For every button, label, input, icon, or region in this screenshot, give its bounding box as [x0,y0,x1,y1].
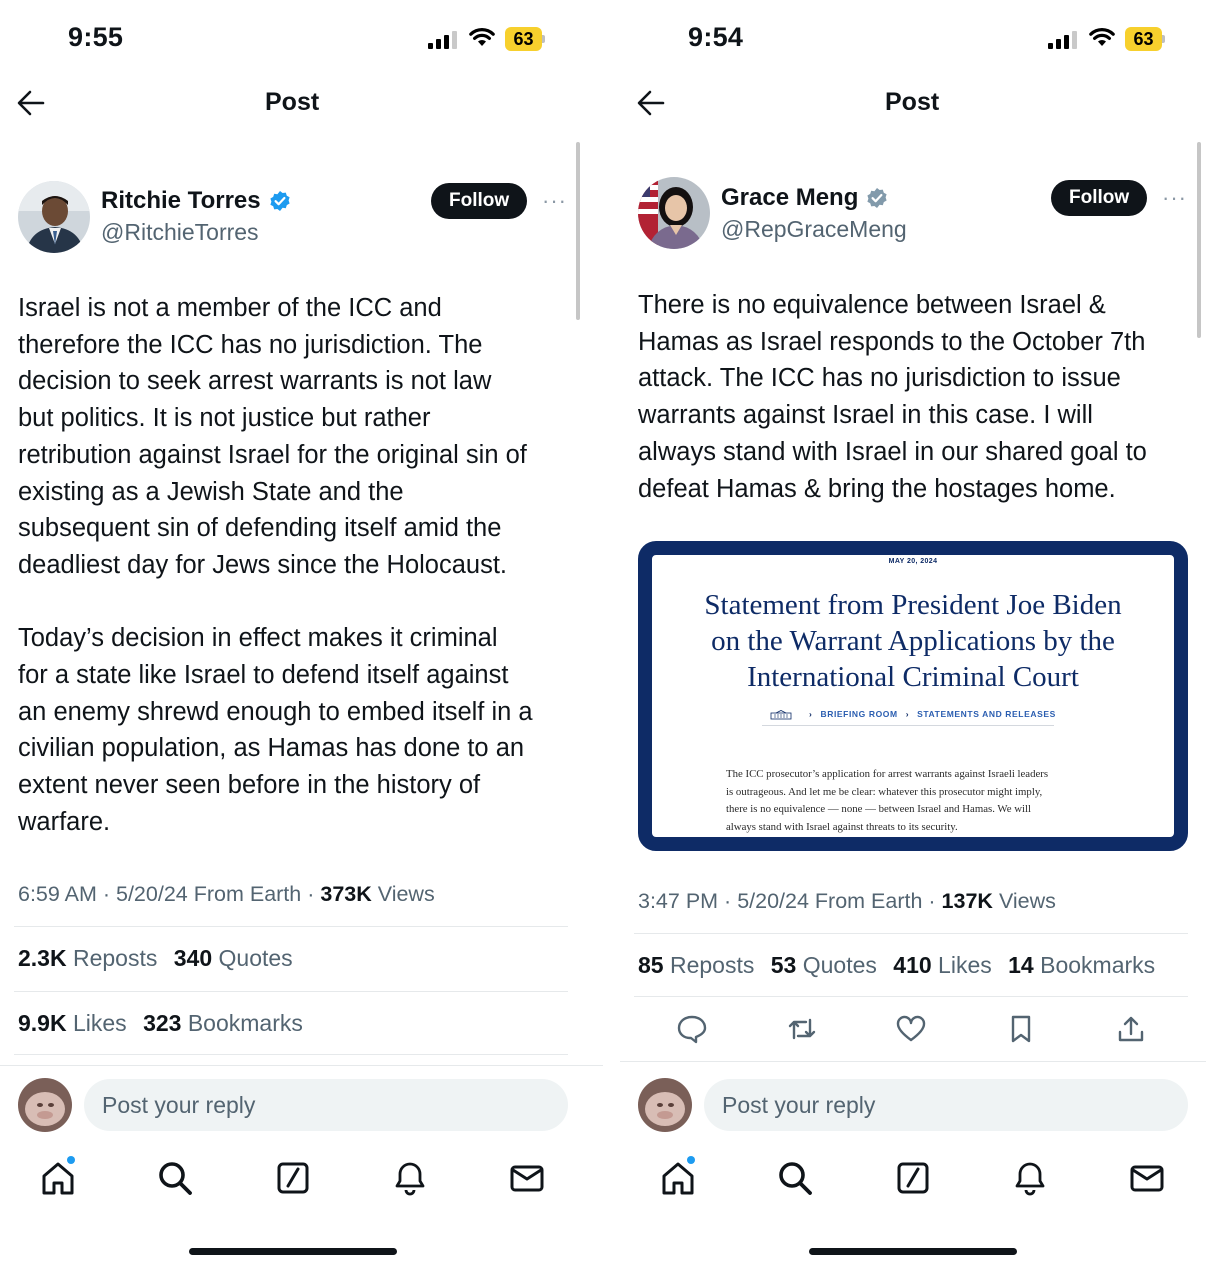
stats-row-1: 2.3K Reposts 340 Quotes [18,945,293,972]
reply-icon[interactable] [677,1014,707,1044]
views-count: 373K [320,882,372,906]
author-name-text: Ritchie Torres [101,187,261,214]
embed-divider [762,725,1054,726]
notification-dot [687,1156,695,1164]
home-indicator[interactable] [189,1248,397,1255]
follow-button[interactable]: Follow [1051,180,1148,216]
author-avatar[interactable] [638,177,710,249]
follow-button[interactable]: Follow [431,183,528,219]
divider [14,1054,568,1055]
post-date: 5/20/24 [737,889,809,913]
messages-icon[interactable] [1129,1160,1165,1196]
compose-icon[interactable] [275,1160,311,1196]
notifications-icon[interactable] [392,1160,428,1196]
author-name[interactable]: Ritchie Torres [101,187,291,215]
page-title: Post [265,88,320,116]
views-label: Views [998,889,1056,913]
back-arrow-icon[interactable] [637,90,665,116]
post-source: From Earth [814,889,923,913]
search-icon[interactable] [777,1160,813,1196]
divider [14,991,568,992]
page-title: Post [885,88,940,116]
reposts-stat[interactable]: 85 Reposts [638,952,754,978]
divider [0,1065,603,1066]
more-options-icon[interactable]: ··· [542,188,567,214]
likes-stat[interactable]: 9.9K Likes [18,1010,127,1036]
post-time: 6:59 AM [18,882,97,906]
cellular-signal-icon [428,30,458,49]
embed-breadcrumb: › BRIEFING ROOM › STATEMENTS AND RELEASES [652,709,1174,720]
reply-input[interactable] [84,1079,568,1131]
right-screen: 9:54 63 Post Grace Meng @RepGraceMeng Fo… [620,0,1206,1267]
post-text: Israel is not a member of the ICC and th… [18,294,533,836]
reposts-stat[interactable]: 2.3K Reposts [18,945,157,971]
author-avatar[interactable] [18,181,90,253]
post-meta: 3:47 PM · 5/20/24 From Earth · 137K View… [638,889,1056,913]
embedded-image-card[interactable]: MAY 20, 2024 Statement from President Jo… [638,541,1188,851]
bookmarks-stat[interactable]: 323 Bookmarks [143,1010,303,1036]
views-label: Views [377,882,435,906]
divider [14,926,568,927]
messages-icon[interactable] [509,1160,545,1196]
verified-badge-icon [867,188,887,208]
author-handle[interactable]: @RitchieTorres [101,219,259,246]
divider [620,1061,1206,1062]
compose-icon[interactable] [895,1160,931,1196]
screen-gap [603,0,620,1267]
home-icon[interactable] [40,1160,76,1196]
repost-icon[interactable] [787,1014,817,1044]
stats-row: 85 Reposts 53 Quotes 410 Likes 14 Bookma… [638,952,1155,979]
battery-indicator: 63 [1125,27,1165,51]
more-options-icon[interactable]: ··· [1162,185,1187,211]
battery-level: 63 [1125,27,1162,51]
status-time: 9:54 [688,22,744,52]
notifications-icon[interactable] [1012,1160,1048,1196]
post-source: From Earth [193,882,302,906]
wifi-icon [1089,28,1115,46]
embed-title: Statement from President Joe Biden on th… [704,589,1122,693]
reply-input[interactable] [704,1079,1188,1131]
white-house-icon [770,709,792,720]
likes-stat[interactable]: 410 Likes [893,952,991,978]
left-screen: 9:55 63 Post Ritchie Torres @RitchieTorr… [0,0,603,1267]
battery-indicator: 63 [505,27,545,51]
wifi-icon [469,28,495,46]
share-icon[interactable] [1116,1014,1146,1044]
divider [634,933,1188,934]
post-text: There is no equivalence between Israel &… [638,291,1147,503]
status-time: 9:55 [68,22,124,52]
author-name[interactable]: Grace Meng [721,184,888,212]
author-handle[interactable]: @RepGraceMeng [721,216,907,243]
post-date: 5/20/24 [116,882,188,906]
search-icon[interactable] [157,1160,193,1196]
back-arrow-icon[interactable] [17,90,45,116]
home-icon[interactable] [660,1160,696,1196]
embed-body: The ICC prosecutor’s application for arr… [726,768,1049,833]
cellular-signal-icon [1048,30,1078,49]
home-indicator[interactable] [809,1248,1017,1255]
user-avatar[interactable] [18,1078,72,1132]
notification-dot [67,1156,75,1164]
embed-crumb-briefing: BRIEFING ROOM [820,709,898,719]
bookmarks-stat[interactable]: 14 Bookmarks [1008,952,1155,978]
post-meta: 6:59 AM · 5/20/24 From Earth · 373K View… [18,882,435,906]
verified-badge-icon [270,191,290,211]
embed-date: MAY 20, 2024 [888,558,938,565]
battery-level: 63 [505,27,542,51]
user-avatar[interactable] [638,1078,692,1132]
post-time: 3:47 PM [638,889,719,913]
like-icon[interactable] [896,1014,926,1044]
quotes-stat[interactable]: 340 Quotes [174,945,293,971]
bookmark-icon[interactable] [1006,1014,1036,1044]
stats-row-2: 9.9K Likes 323 Bookmarks [18,1010,303,1037]
embed-crumb-statements: STATEMENTS AND RELEASES [917,709,1056,719]
divider [634,996,1188,997]
author-name-text: Grace Meng [721,184,859,211]
views-count: 137K [941,889,993,913]
quotes-stat[interactable]: 53 Quotes [771,952,877,978]
